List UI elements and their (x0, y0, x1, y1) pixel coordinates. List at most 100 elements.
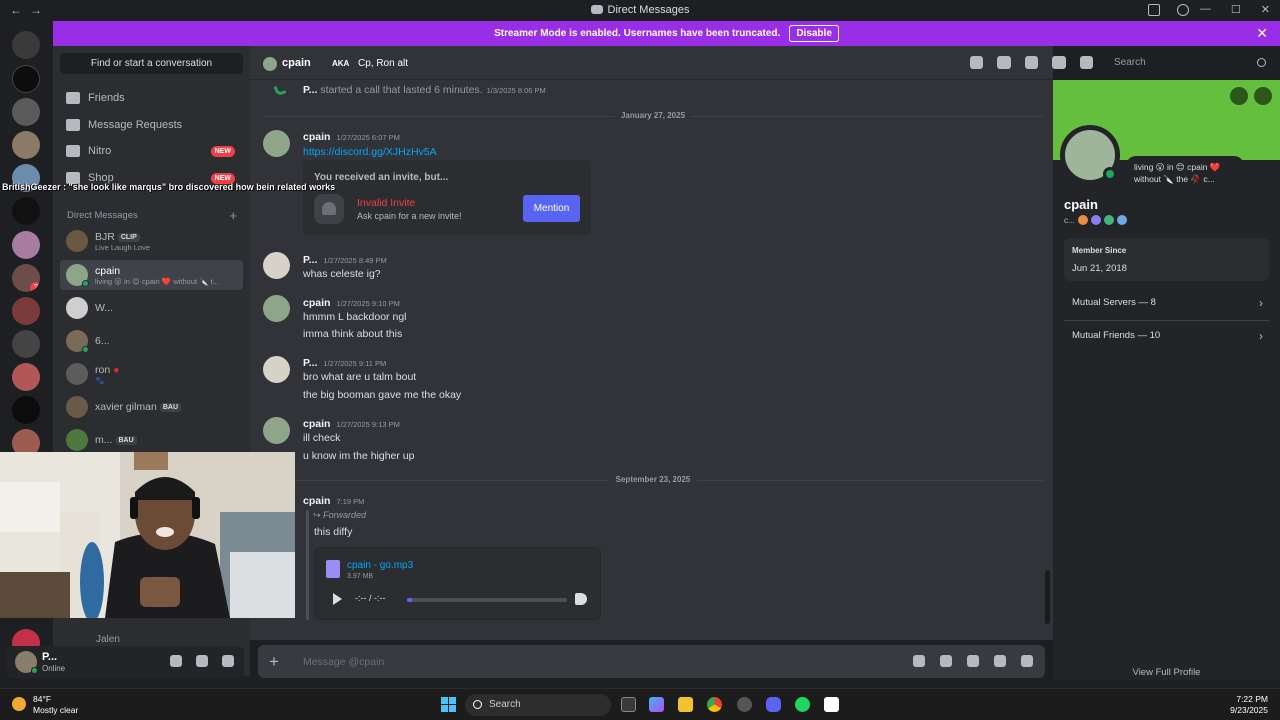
server-icon[interactable] (12, 65, 40, 93)
find-conversation-button[interactable]: Find or start a conversation (60, 53, 243, 74)
server-icon[interactable] (12, 297, 40, 325)
message-author[interactable]: cpain (303, 131, 330, 143)
server-icon[interactable]: 2 (12, 264, 40, 292)
mutual-servers-row[interactable]: Mutual Servers — 8 › (1064, 288, 1269, 318)
message-avatar[interactable] (263, 295, 290, 322)
server-icon[interactable] (12, 31, 40, 59)
message-input-placeholder[interactable]: Message @cpain (303, 656, 384, 668)
headphones-icon[interactable] (196, 655, 208, 667)
message-text: bro what are u talm bout (303, 371, 417, 383)
profile-tag-row: c... (1064, 215, 1127, 225)
audio-file-name[interactable]: cpain - go.mp3 (347, 560, 413, 571)
message-header: P... 1/27/2025 9:11 PM (303, 357, 386, 369)
dm-item-m[interactable]: m... BAU (60, 425, 243, 455)
maximize-button[interactable]: ☐ (1231, 3, 1241, 16)
chrome-icon[interactable] (707, 697, 722, 712)
app-icon[interactable] (737, 697, 752, 712)
audio-file-icon (326, 560, 340, 578)
add-attachment-icon[interactable]: + (269, 652, 279, 672)
message-text: hmmm L backdoor ngl (303, 311, 407, 323)
sidebar-item-nitro[interactable]: Nitro NEW (60, 139, 243, 163)
spotify-icon[interactable] (795, 697, 810, 712)
close-window-button[interactable]: ✕ (1261, 3, 1270, 16)
dm-item-bjr[interactable]: BJR CLIP Live Laugh Love (60, 226, 243, 256)
gift-icon[interactable] (913, 655, 925, 667)
discord-taskbar-icon[interactable] (766, 697, 781, 712)
microphone-icon[interactable] (170, 655, 182, 667)
banner-close-icon[interactable]: ✕ (1256, 25, 1268, 42)
task-view-icon[interactable] (621, 697, 636, 712)
dm-item-ron[interactable]: ron ● 🐾 (60, 359, 243, 389)
dm-item-xavier-gilman[interactable]: xavier gilman BAU (60, 392, 243, 422)
gif-icon[interactable] (940, 655, 952, 667)
help-icon[interactable] (1177, 4, 1189, 16)
invite-link[interactable]: https://discord.gg/XJHzHv5A (303, 146, 437, 158)
pinned-messages-icon[interactable] (1024, 56, 1039, 69)
video-call-icon[interactable] (997, 56, 1011, 69)
message-header: cpain 1/27/2025 9:13 PM (303, 418, 400, 430)
message-author[interactable]: cpain (303, 418, 330, 430)
minimize-button[interactable]: — (1200, 3, 1211, 16)
taskbar-clock[interactable]: 7:22 PM 9/23/2025 (1230, 694, 1268, 716)
add-friend-icon[interactable] (1230, 87, 1248, 105)
member-since-value: Jun 21, 2018 (1072, 263, 1127, 274)
call-author: P... (303, 84, 318, 96)
windows-start-icon[interactable] (441, 697, 456, 712)
server-icon[interactable] (12, 396, 40, 424)
file-explorer-icon[interactable] (678, 697, 693, 712)
server-icon[interactable] (12, 197, 40, 225)
taskbar-search[interactable]: Search (465, 694, 611, 716)
mutual-friends-row[interactable]: Mutual Friends — 10 › (1064, 321, 1269, 351)
disable-streamer-mode-button[interactable]: Disable (789, 25, 839, 42)
chat-scrollbar[interactable] (1045, 570, 1050, 624)
dm-item-cpain[interactable]: cpain living 😮 in 😊 cpain ❤️ without 🔪 t… (60, 260, 243, 290)
server-icon[interactable] (12, 98, 40, 126)
user-avatar[interactable] (15, 651, 38, 674)
message-author[interactable]: cpain (303, 297, 330, 309)
dm-item-jalen[interactable]: Jalen (96, 634, 120, 645)
user-status: Online (42, 664, 66, 673)
sidebar-item-friends[interactable]: Friends (60, 86, 243, 110)
user-profile-icon[interactable] (1079, 56, 1094, 69)
nitro-icon (66, 145, 80, 157)
copilot-icon[interactable] (649, 697, 664, 712)
audio-progress-bar[interactable] (407, 598, 567, 602)
create-dm-icon[interactable]: + (229, 208, 237, 223)
settings-gear-icon[interactable] (222, 655, 234, 667)
dm-item-6[interactable]: 6... (60, 326, 243, 356)
search-input[interactable]: Search (1107, 53, 1272, 73)
message-avatar[interactable] (263, 130, 290, 157)
mention-button[interactable]: Mention (523, 195, 580, 222)
message-author[interactable]: P... (303, 357, 317, 369)
message-author[interactable]: P... (303, 254, 317, 266)
mail-icon (66, 119, 80, 131)
emoji-icon[interactable] (994, 655, 1006, 667)
voice-call-icon[interactable] (970, 56, 984, 69)
server-icon[interactable] (12, 231, 40, 259)
message-avatar[interactable] (263, 417, 290, 444)
dm-name: 6... (95, 335, 110, 347)
avatar (66, 264, 89, 287)
webcam-overlay (0, 452, 295, 618)
message-avatar[interactable] (263, 356, 290, 383)
sticker-icon[interactable] (967, 655, 979, 667)
server-icon[interactable] (12, 131, 40, 159)
message-author[interactable]: cpain (303, 495, 330, 507)
dm-name: cpain (95, 265, 121, 277)
server-icon[interactable] (12, 330, 40, 358)
inbox-icon[interactable] (1148, 4, 1160, 16)
volume-icon[interactable] (575, 593, 587, 605)
play-icon[interactable] (333, 593, 342, 605)
dm-status: Live Laugh Love (95, 243, 151, 252)
dm-item-w[interactable]: W... (60, 293, 243, 323)
more-options-icon[interactable] (1254, 87, 1272, 105)
sidebar-item-message-requests[interactable]: Message Requests (60, 113, 243, 137)
message-composer[interactable]: + Message @cpain (258, 645, 1045, 678)
add-friends-to-dm-icon[interactable] (1052, 56, 1066, 69)
capcut-icon[interactable] (824, 697, 839, 712)
header-username[interactable]: cpain (282, 57, 311, 69)
message-avatar[interactable] (263, 252, 290, 279)
apps-icon[interactable] (1021, 655, 1033, 667)
server-icon[interactable] (12, 363, 40, 391)
view-full-profile-link[interactable]: View Full Profile (1053, 667, 1280, 678)
